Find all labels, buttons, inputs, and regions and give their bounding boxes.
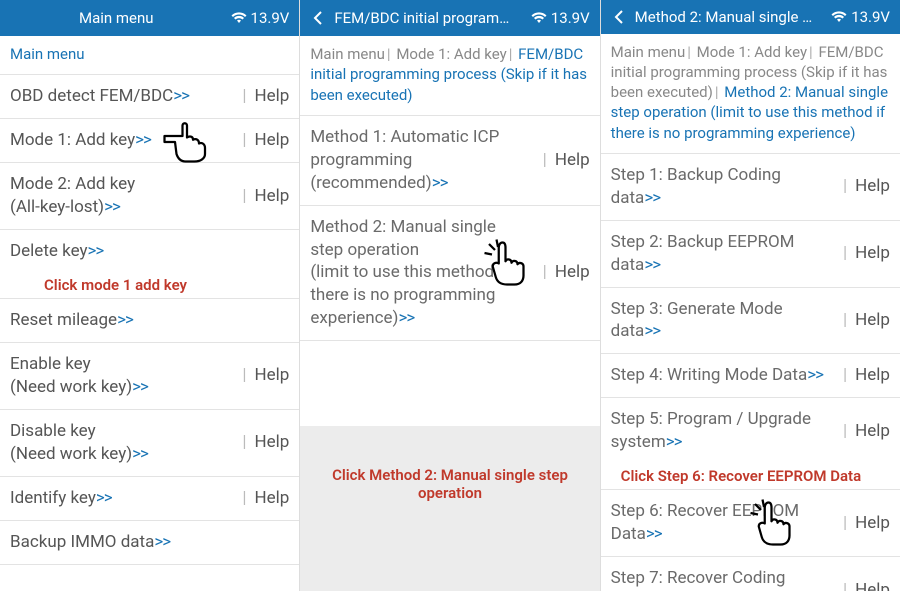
chevrons-icon: >> xyxy=(132,444,148,464)
back-icon[interactable] xyxy=(310,10,326,26)
chevrons-icon: >> xyxy=(154,532,170,552)
wifi-icon xyxy=(831,11,847,23)
chevrons-icon: >> xyxy=(644,188,660,208)
help-link[interactable]: Help xyxy=(855,579,890,591)
help-link[interactable]: Help xyxy=(255,431,290,454)
header: Main menu 13.9V xyxy=(0,0,299,36)
help-link[interactable]: Help xyxy=(255,364,290,387)
help-link[interactable]: Help xyxy=(855,364,890,387)
header-title: FEM/BDC initial program… xyxy=(334,9,523,27)
chevrons-icon: >> xyxy=(398,308,414,328)
menu-item-method1[interactable]: Method 1: Automatic ICP programming (rec… xyxy=(300,115,599,206)
chevrons-icon: >> xyxy=(173,86,189,106)
voltage-label: 13.9V xyxy=(851,8,890,26)
header-title: Method 2: Manual single … xyxy=(635,8,824,26)
menu-list: Step 1: Backup Coding data>> |Help Step … xyxy=(601,153,900,591)
menu-item-identify-key[interactable]: Identify key>> |Help xyxy=(0,476,299,521)
wifi-status: 13.9V xyxy=(531,9,590,27)
chevrons-icon: >> xyxy=(96,488,112,508)
chevrons-icon: >> xyxy=(104,197,120,217)
help-link[interactable]: Help xyxy=(555,261,590,284)
help-link[interactable]: Help xyxy=(255,85,290,108)
help-link[interactable]: Help xyxy=(255,487,290,510)
chevrons-icon: >> xyxy=(807,365,823,385)
help-link[interactable]: Help xyxy=(855,175,890,198)
empty-area: Click Method 2: Manual single step opera… xyxy=(300,426,599,591)
menu-item-step4[interactable]: Step 4: Writing Mode Data>> |Help xyxy=(601,353,900,398)
help-link[interactable]: Help xyxy=(855,420,890,443)
help-link[interactable]: Help xyxy=(855,512,890,535)
menu-item-method2[interactable]: Method 2: Manual single step operation (… xyxy=(300,205,599,342)
voltage-label: 13.9V xyxy=(251,9,290,27)
breadcrumb-item[interactable]: Main menu xyxy=(611,43,686,61)
pane-method2-steps: Method 2: Manual single … 13.9V Main men… xyxy=(601,0,900,591)
menu-item-step5[interactable]: Step 5: Program / Upgrade system>> |Help xyxy=(601,397,900,464)
pane-fem-bdc-initial: FEM/BDC initial program… 13.9V Main menu… xyxy=(300,0,600,591)
chevrons-icon: >> xyxy=(135,130,151,150)
menu-item-enable-key[interactable]: Enable key(Need work key)>> |Help xyxy=(0,342,299,410)
menu-item-obd-detect[interactable]: OBD detect FEM/BDC>> |Help xyxy=(0,74,299,119)
menu-item-step7[interactable]: Step 7: Recover Coding Data>> |Help xyxy=(601,556,900,591)
breadcrumb: Main menu| Mode 1: Add key| FEM/BDC init… xyxy=(300,36,599,115)
header-title: Main menu xyxy=(79,9,154,27)
annotation: Click Method 2: Manual single step opera… xyxy=(300,426,599,506)
header: FEM/BDC initial program… 13.9V xyxy=(300,0,599,36)
help-link[interactable]: Help xyxy=(255,185,290,208)
chevrons-icon: >> xyxy=(117,310,133,330)
breadcrumb-item[interactable]: Main menu xyxy=(10,45,85,63)
menu-item-reset-mileage[interactable]: Reset mileage>> xyxy=(0,298,299,343)
annotation: Click mode 1 add key xyxy=(0,272,299,298)
breadcrumb: Main menu xyxy=(0,36,299,74)
menu-item-disable-key[interactable]: Disable key(Need work key)>> |Help xyxy=(0,409,299,477)
menu-item-backup-immo[interactable]: Backup IMMO data>> xyxy=(0,520,299,565)
menu-item-mode2-add-key[interactable]: Mode 2: Add key(All-key-lost)>> |Help xyxy=(0,162,299,230)
menu-item-step6[interactable]: Step 6: Recover EEPROM Data>> |Help xyxy=(601,489,900,557)
wifi-status: 13.9V xyxy=(231,9,290,27)
menu-list: Method 1: Automatic ICP programming (rec… xyxy=(300,115,599,426)
voltage-label: 13.9V xyxy=(551,9,590,27)
menu-item-step1[interactable]: Step 1: Backup Coding data>> |Help xyxy=(601,153,900,221)
chevrons-icon: >> xyxy=(88,241,104,261)
header: Method 2: Manual single … 13.9V xyxy=(601,0,900,34)
menu-item-step2[interactable]: Step 2: Backup EEPROM data>> |Help xyxy=(601,220,900,288)
chevrons-icon: >> xyxy=(644,255,660,275)
annotation: Click Step 6: Recover EEPROM Data xyxy=(601,463,900,489)
chevrons-icon: >> xyxy=(666,432,682,452)
help-link[interactable]: Help xyxy=(555,149,590,172)
help-link[interactable]: Help xyxy=(855,242,890,265)
help-link[interactable]: Help xyxy=(255,129,290,152)
wifi-status: 13.9V xyxy=(831,8,890,26)
breadcrumb: Main menu| Mode 1: Add key| FEM/BDC init… xyxy=(601,34,900,153)
chevrons-icon: >> xyxy=(646,524,662,544)
chevrons-icon: >> xyxy=(132,377,148,397)
chevrons-icon: >> xyxy=(644,321,660,341)
breadcrumb-item[interactable]: Mode 1: Add key xyxy=(396,45,506,63)
back-icon[interactable] xyxy=(611,9,627,25)
menu-item-mode1-add-key[interactable]: Mode 1: Add key>> |Help xyxy=(0,118,299,163)
breadcrumb-item[interactable]: Mode 1: Add key xyxy=(697,43,807,61)
pane-main-menu: Main menu 13.9V Main menu OBD detect FEM… xyxy=(0,0,300,591)
wifi-icon xyxy=(531,12,547,24)
menu-item-delete-key[interactable]: Delete key>> xyxy=(0,229,299,273)
wifi-icon xyxy=(231,12,247,24)
menu-item-step3[interactable]: Step 3: Generate Mode data>> |Help xyxy=(601,287,900,355)
help-link[interactable]: Help xyxy=(855,309,890,332)
menu-list: OBD detect FEM/BDC>> |Help Mode 1: Add k… xyxy=(0,74,299,591)
chevrons-icon: >> xyxy=(432,173,448,193)
breadcrumb-item[interactable]: Main menu xyxy=(310,45,385,63)
